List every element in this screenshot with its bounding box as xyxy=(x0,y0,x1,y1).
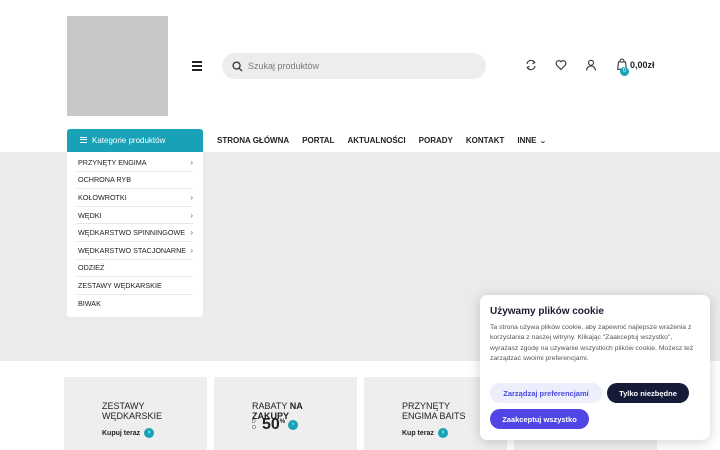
percent-sign: % xyxy=(279,419,286,425)
promo-title-line: ENGIMA BAITS xyxy=(402,411,466,421)
category-item[interactable]: WĘDKARSTWO SPINNINGOWE › xyxy=(77,224,193,242)
promo-title-line: WĘDKARSKIE xyxy=(102,411,163,421)
arrow-right-icon: › xyxy=(437,428,448,438)
category-label: ZESTAWY WĘDKARSKIE xyxy=(78,280,162,290)
shop-now-link[interactable]: Kup teraz › xyxy=(402,428,448,438)
menu-item-portal[interactable]: PORTAL xyxy=(302,136,334,145)
menu-item-home[interactable]: STRONA GŁÓWNA xyxy=(217,136,289,145)
chevron-right-icon: › xyxy=(190,228,193,238)
cookie-text: Ta strona używa plików cookie, aby zapew… xyxy=(490,324,694,362)
menu-item-tips[interactable]: PORADY xyxy=(419,136,453,145)
category-label: ODZIEŻ xyxy=(78,263,105,273)
cart-total[interactable]: 0,00zł xyxy=(630,60,655,70)
category-label: PRZYNĘTY ENGIMA xyxy=(78,157,147,167)
category-label: WĘDKARSTWO STACJONARNE xyxy=(78,245,187,255)
promo-title-bold: NA xyxy=(289,401,303,411)
discount-prefix: DO xyxy=(252,419,258,431)
category-item[interactable]: KOŁOWROTKI › xyxy=(77,189,193,207)
category-label: KOŁOWROTKI xyxy=(78,192,127,202)
manage-preferences-button[interactable]: Zarządzaj preferencjami xyxy=(490,383,602,403)
promo-title: ZESTAWY WĘDKARSKIE xyxy=(102,401,162,421)
chevron-down-icon: ⌄ xyxy=(538,138,547,145)
category-item[interactable]: ZESTAWY WĘDKARSKIE xyxy=(77,277,193,295)
menu-item-more-label: INNE xyxy=(517,136,537,145)
list-icon xyxy=(80,136,87,145)
menu-icon[interactable] xyxy=(192,61,202,71)
heart-icon[interactable] xyxy=(555,59,567,71)
menu-item-news[interactable]: AKTUALNOŚCI xyxy=(347,136,405,145)
categories-button[interactable]: Kategorie produktów xyxy=(67,129,203,152)
cart-count-badge: 0 xyxy=(620,67,629,76)
compare-icon[interactable] xyxy=(525,59,537,71)
cookie-title: Używamy plików cookie xyxy=(490,306,604,317)
user-icon[interactable] xyxy=(585,59,597,71)
promo-title: PRZYNĘTY ENGIMA BAITS xyxy=(402,401,466,421)
page: 0 0,00zł Kategorie produktów STRONA GŁÓW… xyxy=(0,0,720,450)
chevron-right-icon: › xyxy=(190,192,193,202)
category-item[interactable]: ODZIEŻ xyxy=(77,260,193,278)
category-list: PRZYNĘTY ENGIMA › OCHRONA RYB KOŁOWROTKI ›… xyxy=(67,152,203,317)
arrow-right-icon: › xyxy=(144,428,155,438)
logo-placeholder[interactable] xyxy=(67,16,168,116)
category-item[interactable]: OCHRONA RYB xyxy=(77,172,193,190)
discount-value: DO 50 % › xyxy=(252,416,299,434)
search-bar[interactable] xyxy=(222,53,486,79)
main-menu: STRONA GŁÓWNA PORTAL AKTUALNOŚCI PORADY … xyxy=(217,136,547,145)
promo-card-discount[interactable]: RABATY NA ZAKUPY DO 50 % › xyxy=(214,377,357,450)
promo-title-line: PRZYNĘTY xyxy=(402,401,451,411)
category-item[interactable]: WĘDKARSTWO STACJONARNE › xyxy=(77,242,193,260)
arrow-right-icon[interactable]: › xyxy=(288,420,299,430)
discount-prefix-letter: O xyxy=(252,425,256,431)
categories-button-label: Kategorie produktów xyxy=(92,136,166,145)
chevron-right-icon: › xyxy=(190,157,193,167)
shop-now-label: Kup teraz xyxy=(402,429,434,437)
accept-all-button[interactable]: Zaakceptuj wszystko xyxy=(490,409,589,429)
shop-now-link[interactable]: Kupuj teraz › xyxy=(102,428,155,438)
promo-card-sets[interactable]: ZESTAWY WĘDKARSKIE Kupuj teraz › xyxy=(64,377,207,450)
search-icon[interactable] xyxy=(232,60,243,72)
category-label: WĘDKARSTWO SPINNINGOWE xyxy=(78,228,186,238)
category-item[interactable]: BIWAK xyxy=(77,295,193,313)
necessary-only-button[interactable]: Tylko niezbędne xyxy=(607,383,689,403)
search-input[interactable] xyxy=(248,61,468,71)
chevron-right-icon: › xyxy=(190,210,193,220)
cookie-banner: Używamy plików cookie Ta strona używa pl… xyxy=(480,295,710,440)
category-label: WĘDKI xyxy=(78,210,102,220)
discount-percent: 50 xyxy=(262,416,280,433)
category-label: OCHRONA RYB xyxy=(78,175,131,185)
menu-item-more[interactable]: INNE ⌄ xyxy=(517,136,547,145)
chevron-right-icon: › xyxy=(190,245,193,255)
promo-title-line: ZESTAWY xyxy=(102,401,145,411)
shop-now-label: Kupuj teraz xyxy=(102,429,141,437)
category-label: BIWAK xyxy=(78,299,101,309)
menu-item-contact[interactable]: KONTAKT xyxy=(466,136,505,145)
promo-title-light: RABATY xyxy=(252,401,288,411)
category-item[interactable]: WĘDKI › xyxy=(77,207,193,225)
category-item[interactable]: PRZYNĘTY ENGIMA › xyxy=(77,154,193,172)
